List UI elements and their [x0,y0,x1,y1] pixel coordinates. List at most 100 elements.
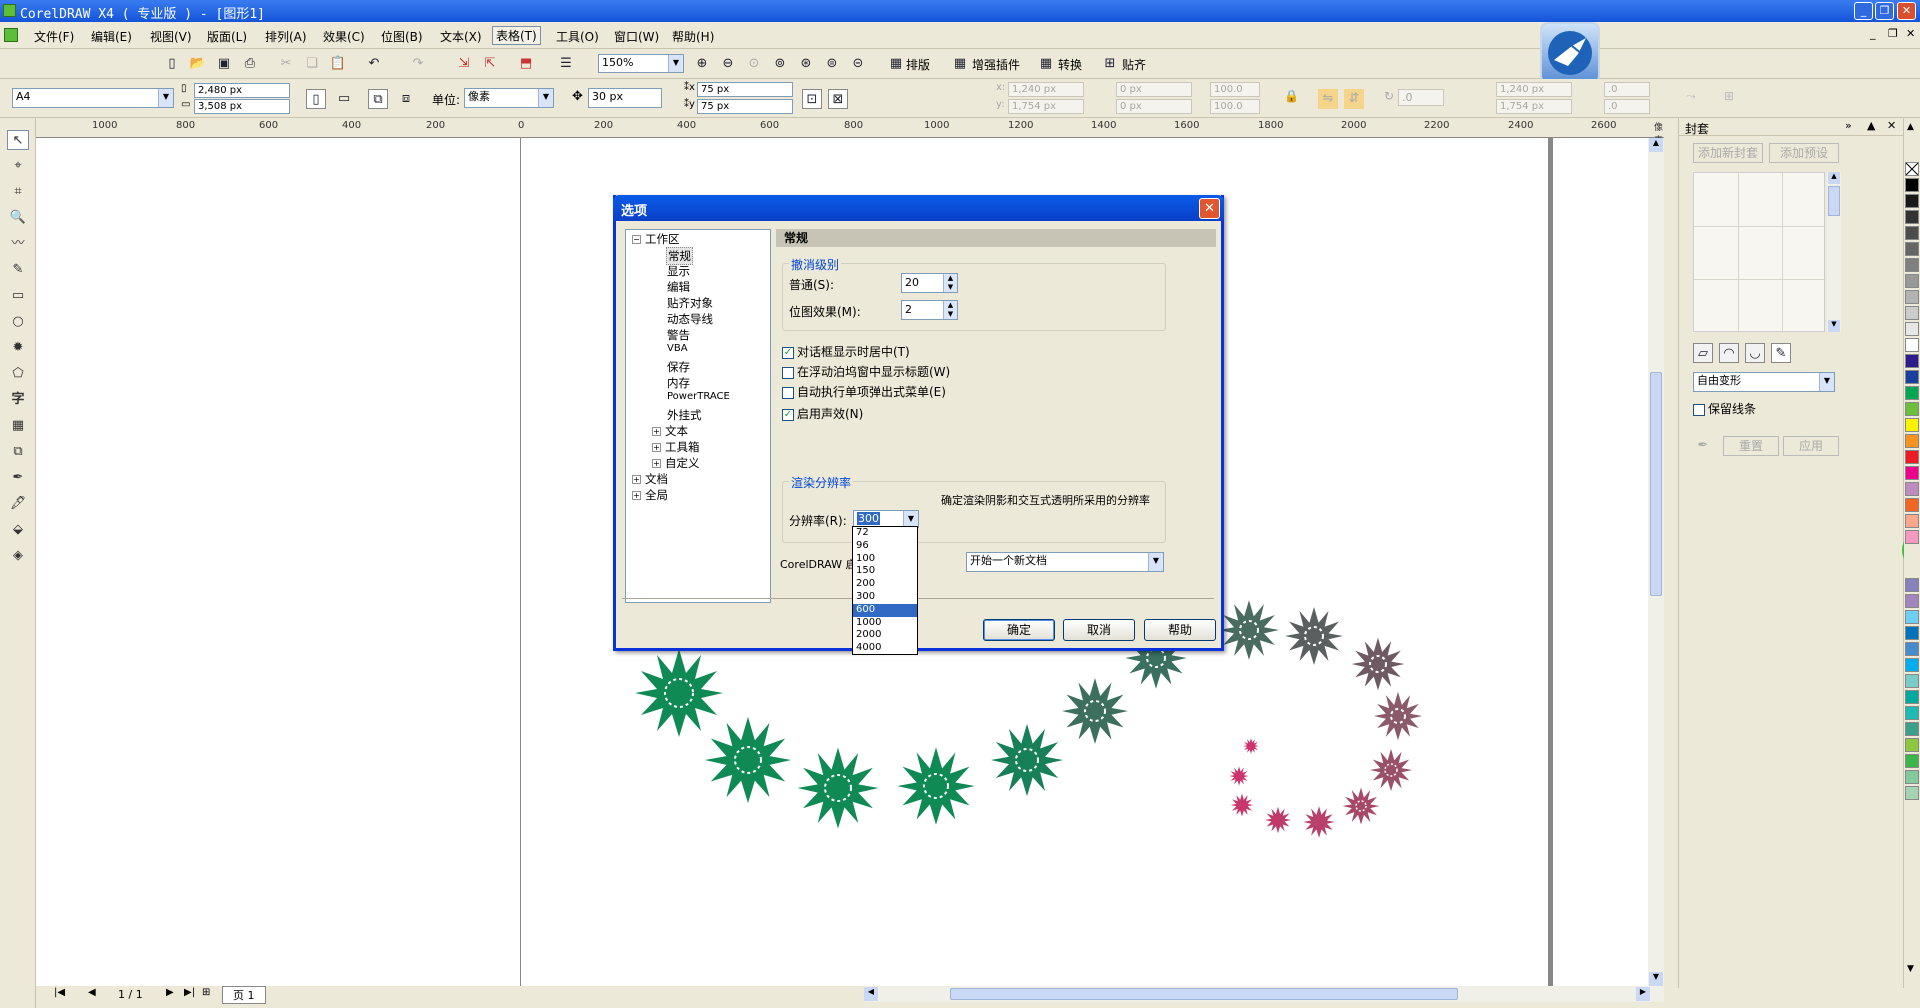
zoom-height-icon[interactable]: ⊝ [848,54,868,74]
horizontal-scroll-thumb[interactable] [950,988,1458,1000]
reset-button[interactable]: 重置 [1723,436,1779,456]
color-swatch[interactable] [1905,178,1919,192]
smart-fill-icon[interactable]: ✎ [7,260,29,280]
preset-grid[interactable] [1693,172,1826,333]
color-swatch[interactable] [1905,370,1919,384]
skew-x-field[interactable]: 1,240 px [1496,82,1572,97]
vertical-scrollbar[interactable]: ▲ ▼ [1648,138,1664,986]
scroll-down-icon[interactable]: ▼ [1649,972,1663,986]
horizontal-scrollbar[interactable]: ◀ ▶ [864,986,1664,1002]
print-icon[interactable]: ⎙ [240,54,260,74]
tree-item-workspace[interactable]: − 工作区 [632,231,680,247]
docker-minimize-icon[interactable]: ▲ [1867,119,1875,132]
nudge-field[interactable]: 30 px [588,88,662,108]
cut-icon[interactable]: ✂ [276,54,296,74]
resolution-option[interactable]: 200 [853,578,917,591]
expand-icon[interactable]: + [652,459,661,468]
star-shape[interactable] [1351,637,1405,691]
scroll-left-icon[interactable]: ◀ [864,987,878,1001]
copy-icon[interactable]: ❏ [302,54,322,74]
spinner-arrows-icon[interactable]: ▲ ▼ [943,274,957,292]
expand-icon[interactable]: + [632,491,641,500]
cancel-button[interactable]: 取消 [1063,619,1135,641]
lock-ratio-icon[interactable]: 🔒 [1284,89,1299,103]
publish-pdf-icon[interactable]: ⬒ [516,54,536,74]
color-swatch[interactable] [1905,274,1919,288]
star-shape[interactable] [1303,806,1335,838]
unconstrained-mode-icon[interactable]: ✎ [1771,343,1791,363]
vertical-scroll-thumb[interactable] [1650,372,1662,596]
fill-tool-icon[interactable]: ⬙ [7,520,29,540]
star-shape[interactable] [1243,738,1259,754]
spinner-arrows-icon[interactable]: ▲ ▼ [943,301,957,319]
dialog-close-button[interactable]: ✕ [1199,198,1220,219]
resolution-option[interactable]: 300 [853,591,917,604]
palette-scroll-down-icon[interactable]: ▼ [1907,964,1914,974]
preset-scroll-down-icon[interactable]: ▼ [1828,320,1840,332]
double-arc-mode-icon[interactable]: ◡ [1745,343,1765,363]
expand-icon[interactable]: + [652,443,661,452]
minimize-button[interactable]: _ [1854,2,1873,20]
tree-item-edit[interactable]: 编辑 [667,279,690,295]
export-icon[interactable]: ⇱ [480,54,500,74]
landscape-icon[interactable]: ▭ [334,89,354,109]
keep-lines-checkbox[interactable]: 保留线条 [1693,400,1756,417]
color-swatch[interactable] [1905,690,1919,704]
color-swatch[interactable] [1905,482,1919,496]
startup-select[interactable]: 开始一个新文档 ▼ [966,552,1164,572]
extra-field-2[interactable]: .0 [1604,99,1650,114]
ruler-horizontal[interactable]: 1000 800 600 400 200 0 200 400 600 800 1… [36,118,1664,146]
position-x-field[interactable]: 1,240 px [1008,82,1084,97]
star-shape[interactable] [1373,691,1423,741]
color-swatch[interactable] [1905,210,1919,224]
new-icon[interactable]: ▯ [162,54,182,74]
preset-scroll-up-icon[interactable]: ▲ [1828,172,1840,184]
collapse-icon[interactable]: − [632,235,641,244]
table-tool-icon[interactable]: ▦ [7,416,29,436]
zoom-select[interactable]: 150% ▼ [598,54,684,73]
menu-view[interactable]: 视图(V) [150,28,192,45]
envelope-picker-icon[interactable]: ✒ [1693,436,1713,456]
resolution-option-highlighted[interactable]: 600 [853,603,917,617]
expand-icon[interactable]: + [652,427,661,436]
color-swatch[interactable] [1905,658,1919,672]
tree-item-powertrace[interactable]: PowerTRACE [667,391,730,402]
resolution-option[interactable]: 72 [853,527,917,540]
resolution-options-list[interactable]: 72 96 100 150 200 300 600 1000 2000 4000 [852,526,918,655]
star-shape[interactable] [1230,793,1254,817]
treat-as-filled-icon[interactable]: ⊡ [802,89,822,109]
tree-item-dynamic-guides[interactable]: 动态导线 [667,311,713,327]
tree-item-display[interactable]: 显示 [667,263,690,279]
snap-button[interactable]: 贴齐 [1122,56,1146,73]
menu-arrange[interactable]: 排列(A) [265,28,307,45]
mirror-v-icon[interactable]: ⇵ [1344,89,1364,109]
doc-close-icon[interactable]: ✕ [1906,27,1915,40]
zoom-selected-icon[interactable]: ⊙ [744,54,764,74]
star-shape[interactable] [1369,748,1413,792]
color-swatch[interactable] [1905,338,1919,352]
current-page-icon[interactable]: ⧈ [396,89,416,109]
resolution-option[interactable]: 150 [853,565,917,578]
options-icon[interactable]: ⊞ [1724,89,1734,103]
tree-item-document[interactable]: + 文档 [632,471,668,487]
color-swatch[interactable] [1905,466,1919,480]
enable-sound-checkbox[interactable]: ✓ 启用声效(N) [782,405,863,422]
all-pages-icon[interactable]: ⧉ [368,89,388,109]
color-swatch[interactable] [1905,738,1919,752]
star-shape[interactable] [1062,678,1128,744]
ok-button[interactable]: 确定 [983,619,1055,641]
layout-button[interactable]: 排版 [906,56,930,73]
envelope-mode-select[interactable]: 自由变形 ▼ [1693,372,1835,392]
zoom-out-icon[interactable]: ⊖ [718,54,738,74]
size-h-field[interactable]: 0 px [1116,99,1192,114]
star-shape[interactable] [1229,766,1249,786]
duplicate-y-field[interactable]: 75 px [697,99,793,114]
snap-page-icon[interactable]: ⊠ [828,89,848,109]
resolution-option[interactable]: 1000 [853,617,917,630]
maximize-button[interactable]: ❐ [1875,2,1894,20]
center-dialogs-checkbox[interactable]: ✓ 对话框显示时居中(T) [782,343,910,360]
color-swatch[interactable] [1905,594,1919,608]
interactive-tool-icon[interactable]: ⧉ [7,442,29,462]
rectangle-tool-icon[interactable]: ▭ [7,286,29,306]
skew-y-field[interactable]: 1,754 px [1496,99,1572,114]
